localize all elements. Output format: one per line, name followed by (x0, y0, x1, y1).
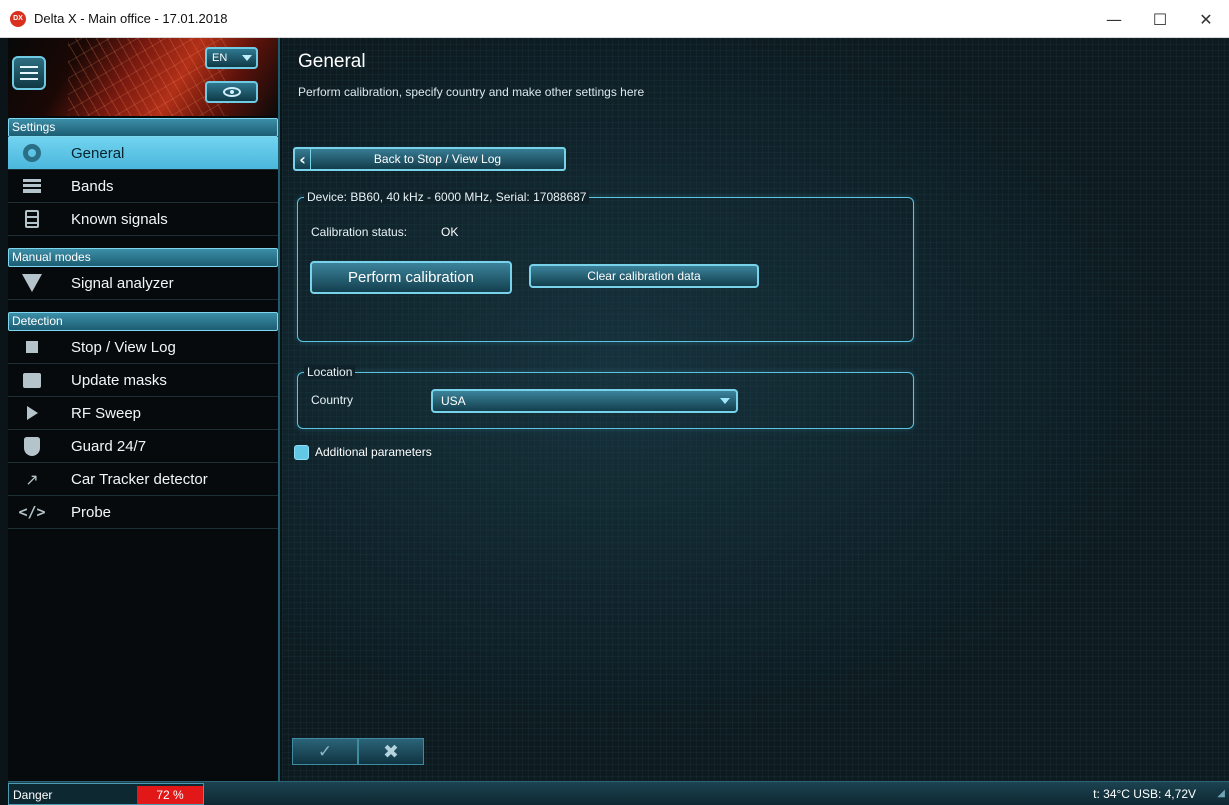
bands-icon (23, 179, 41, 193)
calibration-status-value: OK (441, 225, 459, 239)
sidebar-item-update-masks[interactable]: Update masks (8, 364, 278, 397)
page-subtitle: Perform calibration, specify country and… (298, 85, 645, 99)
sidebar-item-label: Bands (71, 177, 114, 195)
sidebar-item-general[interactable]: General (8, 137, 278, 170)
sidebar-item-label: General (71, 144, 125, 162)
cross-icon: ✖ (383, 740, 399, 763)
hamburger-icon (20, 66, 38, 68)
sidebar-banner: EN (8, 38, 278, 116)
status-bar: Danger 72 % t: 34°C USB: 4,72V ◢ (8, 781, 1229, 805)
stop-icon (26, 341, 38, 353)
additional-parameters-checkbox[interactable] (294, 445, 309, 460)
sidebar-item-label: Signal analyzer (71, 274, 174, 292)
sidebar-item-bands[interactable]: Bands (8, 170, 278, 203)
section-header-detection: Detection (8, 312, 278, 331)
chevron-down-icon (242, 55, 252, 61)
sidebar-item-label: Car Tracker detector (71, 470, 208, 488)
sidebar-item-label: Probe (71, 503, 112, 521)
close-button[interactable]: ✕ (1183, 0, 1229, 38)
minimize-button[interactable]: — (1091, 0, 1137, 38)
location-legend: Location (304, 365, 356, 379)
shield-icon (24, 436, 40, 456)
view-mode-button[interactable] (205, 81, 258, 103)
cancel-button[interactable]: ✖ (358, 738, 424, 765)
app-logo-icon: DX (10, 10, 26, 27)
clear-calibration-button[interactable]: Clear calibration data (529, 264, 759, 288)
image-icon (23, 372, 41, 388)
window-controls: — ☐ ✕ (1091, 0, 1229, 38)
danger-meter: Danger 72 % (8, 783, 204, 805)
signal-analyzer-icon (22, 274, 42, 292)
play-icon (26, 406, 38, 420)
sidebar-item-rf-sweep[interactable]: RF Sweep (8, 397, 278, 430)
menu-button[interactable] (12, 56, 46, 90)
apply-button[interactable]: ✓ (292, 738, 358, 765)
chevron-down-icon (720, 398, 730, 404)
perform-calibration-button[interactable]: Perform calibration (310, 261, 512, 294)
window-title: Delta X - Main office - 17.01.2018 (34, 11, 228, 26)
country-label: Country (311, 393, 354, 407)
gear-icon (23, 144, 41, 162)
maximize-button[interactable]: ☐ (1137, 0, 1183, 38)
language-selector[interactable]: EN (205, 47, 258, 69)
chevron-left-icon: ‹ (295, 149, 311, 169)
country-value: USA (441, 394, 466, 408)
sidebar-item-label: Update masks (71, 371, 167, 389)
hamburger-icon (20, 72, 38, 74)
main-panel: General Perform calibration, specify cou… (282, 38, 1229, 781)
back-button-label: Back to Stop / View Log (373, 152, 502, 166)
circuit-banner-image (68, 38, 228, 116)
clipboard-icon (25, 210, 39, 228)
resize-grip-icon[interactable]: ◢ (1217, 788, 1225, 799)
danger-label: Danger (13, 788, 53, 802)
sidebar: EN Settings General Bands Known signals … (8, 38, 280, 781)
device-status-text: t: 34°C USB: 4,72V (1093, 787, 1196, 801)
device-legend: Device: BB60, 40 kHz - 6000 MHz, Serial:… (304, 190, 590, 204)
sidebar-item-label: Guard 24/7 (71, 437, 147, 455)
page-title: General (298, 51, 366, 72)
sidebar-item-car-tracker[interactable]: ↗ Car Tracker detector (8, 463, 278, 496)
section-header-manual-modes: Manual modes (8, 248, 278, 267)
sidebar-item-known-signals[interactable]: Known signals (8, 203, 278, 236)
check-icon: ✓ (317, 741, 333, 762)
device-group: Device: BB60, 40 kHz - 6000 MHz, Serial:… (297, 190, 914, 342)
danger-level-bar: 72 % (137, 786, 203, 804)
title-bar: DX Delta X - Main office - 17.01.2018 — … (0, 0, 1229, 38)
sidebar-item-stop-view-log[interactable]: Stop / View Log (8, 331, 278, 364)
hamburger-icon (20, 78, 38, 80)
additional-parameters-label[interactable]: Additional parameters (315, 445, 432, 459)
sidebar-item-guard[interactable]: Guard 24/7 (8, 430, 278, 463)
sidebar-item-signal-analyzer[interactable]: Signal analyzer (8, 267, 278, 300)
sidebar-item-probe[interactable]: </> Probe (8, 496, 278, 529)
sidebar-item-label: Stop / View Log (71, 338, 176, 356)
sidebar-item-label: RF Sweep (71, 404, 142, 422)
danger-value: 72 % (156, 788, 184, 802)
section-header-settings: Settings (8, 118, 278, 137)
sidebar-item-label: Known signals (71, 210, 168, 228)
eye-icon (222, 87, 241, 97)
location-group: Location Country USA (297, 365, 914, 429)
code-icon: </> (18, 503, 46, 521)
calibration-status-label: Calibration status: (311, 225, 408, 239)
language-label: EN (212, 52, 228, 64)
country-select[interactable]: USA (431, 389, 738, 413)
back-to-stop-view-log-button[interactable]: ‹ Back to Stop / View Log (293, 147, 566, 171)
trend-icon: ↗ (25, 469, 39, 489)
